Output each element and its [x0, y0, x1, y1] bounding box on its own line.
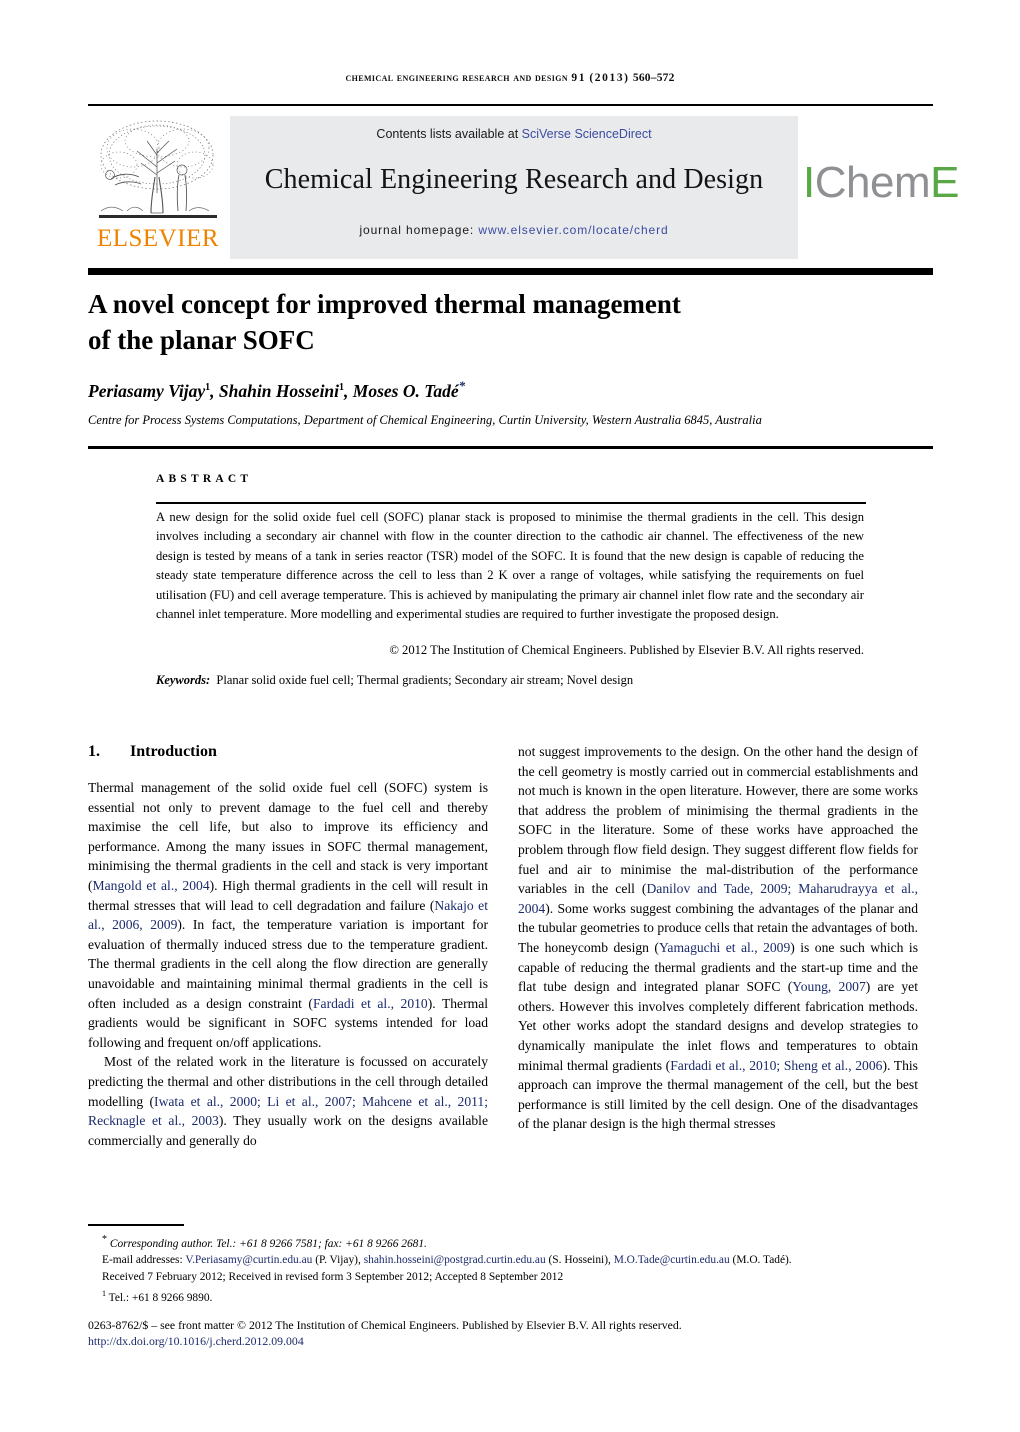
footnote-tel-mark: 1	[102, 1288, 106, 1298]
paragraph: Thermal management of the solid oxide fu…	[88, 778, 488, 1052]
section-number: 1.	[88, 743, 100, 760]
title-top-thick-rule	[88, 268, 933, 275]
citation-link[interactable]: Fardadi et al., 2010	[313, 996, 428, 1011]
running-head-volume: 91	[571, 72, 587, 84]
footnote-tel: 1 Tel.: +61 8 9266 9890.	[88, 1286, 933, 1306]
abstract-label: ABSTRACT	[156, 473, 253, 485]
email-link-3[interactable]: M.O.Tade@curtin.edu.au	[614, 1254, 730, 1266]
keywords: Keywords: Planar solid oxide fuel cell; …	[156, 673, 864, 688]
author-name: Moses O. Tadé	[352, 380, 459, 401]
journal-homepage-link[interactable]: www.elsevier.com/locate/cherd	[478, 223, 668, 237]
elsevier-logo: ELSEVIER	[88, 113, 228, 261]
icheme-letter-i: I	[803, 158, 815, 207]
footnote-tel-text: Tel.: +61 8 9266 9890.	[108, 1291, 213, 1304]
author-list: Periasamy Vijay1, Shahin Hosseini1, Mose…	[88, 378, 466, 401]
running-head-journal: CHEMICAL ENGINEERING RESEARCH AND DESIGN	[345, 72, 569, 84]
contents-available-line: Contents lists available at SciVerse Sci…	[230, 127, 798, 141]
body-column-right: not suggest improvements to the design. …	[518, 742, 918, 1134]
abstract-inner-rule	[156, 502, 866, 504]
footnote-corresponding-author: * Corresponding author. Tel.: +61 8 9266…	[102, 1234, 427, 1250]
imprint-line: 0263-8762/$ – see front matter © 2012 Th…	[88, 1318, 682, 1332]
abstract-text: A new design for the solid oxide fuel ce…	[156, 510, 864, 622]
elsevier-tree-icon	[99, 120, 217, 218]
section-title: Introduction	[130, 743, 217, 760]
homepage-prefix: journal homepage:	[359, 223, 479, 237]
footnote-separator-rule	[88, 1224, 184, 1226]
journal-title: Chemical Engineering Research and Design	[264, 164, 764, 195]
citation-link[interactable]: Mangold et al., 2004	[93, 878, 210, 893]
paper-page: CHEMICAL ENGINEERING RESEARCH AND DESIGN…	[0, 0, 1020, 1432]
title-line-1: A novel concept for improved thermal man…	[88, 289, 681, 319]
journal-homepage-line: journal homepage: www.elsevier.com/locat…	[230, 223, 798, 237]
footnote-block: * Corresponding author. Tel.: +61 8 9266…	[88, 1232, 933, 1306]
contents-prefix: Contents lists available at	[376, 127, 522, 141]
icheme-logo: IChemE	[803, 153, 959, 213]
abstract-copyright: © 2012 The Institution of Chemical Engin…	[389, 643, 864, 657]
section-heading-introduction: 1. Introduction	[88, 742, 488, 762]
email-label: E-mail addresses:	[102, 1254, 183, 1267]
banner-gray-box: Contents lists available at SciVerse Sci…	[230, 116, 798, 259]
email-link-2[interactable]: shahin.hosseini@postgrad.curtin.edu.au	[364, 1254, 546, 1266]
title-line-2: of the planar SOFC	[88, 325, 315, 355]
running-head-year: (2013)	[589, 72, 630, 84]
footnote-corresponding-text: Corresponding author. Tel.: +61 8 9266 7…	[109, 1237, 427, 1250]
sciencedirect-link[interactable]: SciVerse ScienceDirect	[522, 127, 652, 141]
corresponding-author-mark: *	[458, 378, 466, 393]
footnote-emails: E-mail addresses: V.Periasamy@curtin.edu…	[88, 1252, 933, 1269]
paragraph: Most of the related work in the literatu…	[88, 1052, 488, 1150]
icheme-letter-e: E	[930, 158, 959, 207]
body-column-left: 1. Introduction Thermal management of the…	[88, 742, 488, 1150]
page-title: A novel concept for improved thermal man…	[88, 286, 848, 358]
email-owner-1: (P. Vijay),	[315, 1254, 361, 1267]
email-owner-3: (M.O. Tadé).	[732, 1254, 792, 1267]
icheme-letters-chem: Chem	[814, 158, 931, 207]
paragraph-text: not suggest improvements to the design. …	[518, 744, 918, 897]
email-owner-2: (S. Hosseini),	[548, 1254, 611, 1267]
citation-link[interactable]: Young, 2007	[792, 979, 865, 994]
running-head: CHEMICAL ENGINEERING RESEARCH AND DESIGN…	[0, 72, 1020, 84]
journal-banner: ELSEVIER Contents lists available at Sci…	[88, 113, 959, 261]
header-divider-rule	[88, 104, 933, 106]
author-mark: 1	[339, 382, 345, 393]
abstract-top-rule	[88, 446, 933, 449]
keywords-label: Keywords:	[156, 673, 211, 687]
citation-link[interactable]: Yamaguchi et al., 2009	[659, 940, 790, 955]
paragraph-text: Thermal management of the solid oxide fu…	[88, 780, 488, 893]
author-name: Periasamy Vijay	[88, 380, 206, 401]
author-name: Shahin Hosseini	[218, 380, 340, 401]
elsevier-wordmark: ELSEVIER	[96, 225, 220, 252]
author-mark: 1	[205, 382, 211, 393]
email-link-1[interactable]: V.Periasamy@curtin.edu.au	[185, 1254, 312, 1266]
citation-link[interactable]: Fardadi et al., 2010; Sheng et al., 2006	[670, 1058, 882, 1073]
doi-link[interactable]: http://dx.doi.org/10.1016/j.cherd.2012.0…	[88, 1334, 304, 1349]
running-head-pages: 560–572	[632, 72, 675, 84]
paragraph: not suggest improvements to the design. …	[518, 742, 918, 1134]
footnote-received-dates: Received 7 February 2012; Received in re…	[102, 1270, 564, 1283]
elsevier-baseline-bar	[99, 215, 217, 218]
keywords-value: Planar solid oxide fuel cell; Thermal gr…	[216, 673, 634, 687]
affiliation: Centre for Process Systems Computations,…	[88, 413, 762, 427]
